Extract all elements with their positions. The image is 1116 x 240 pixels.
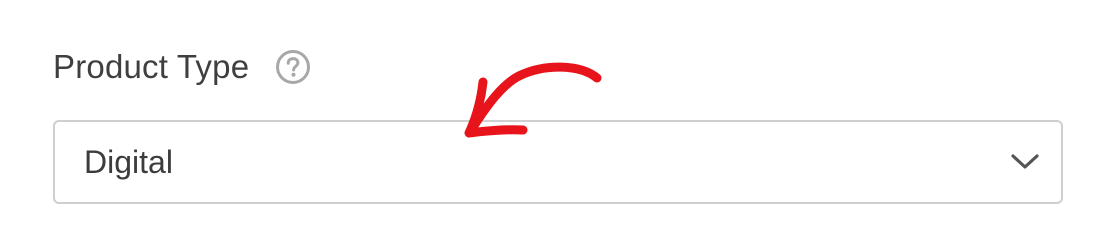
help-question-icon[interactable] xyxy=(275,49,311,85)
product-type-label: Product Type xyxy=(53,48,250,85)
chevron-down-icon xyxy=(1009,152,1041,172)
product-type-select[interactable]: Digital xyxy=(53,120,1063,204)
product-type-field-header: Product Type xyxy=(53,44,311,90)
product-type-selected-value: Digital xyxy=(84,143,173,180)
